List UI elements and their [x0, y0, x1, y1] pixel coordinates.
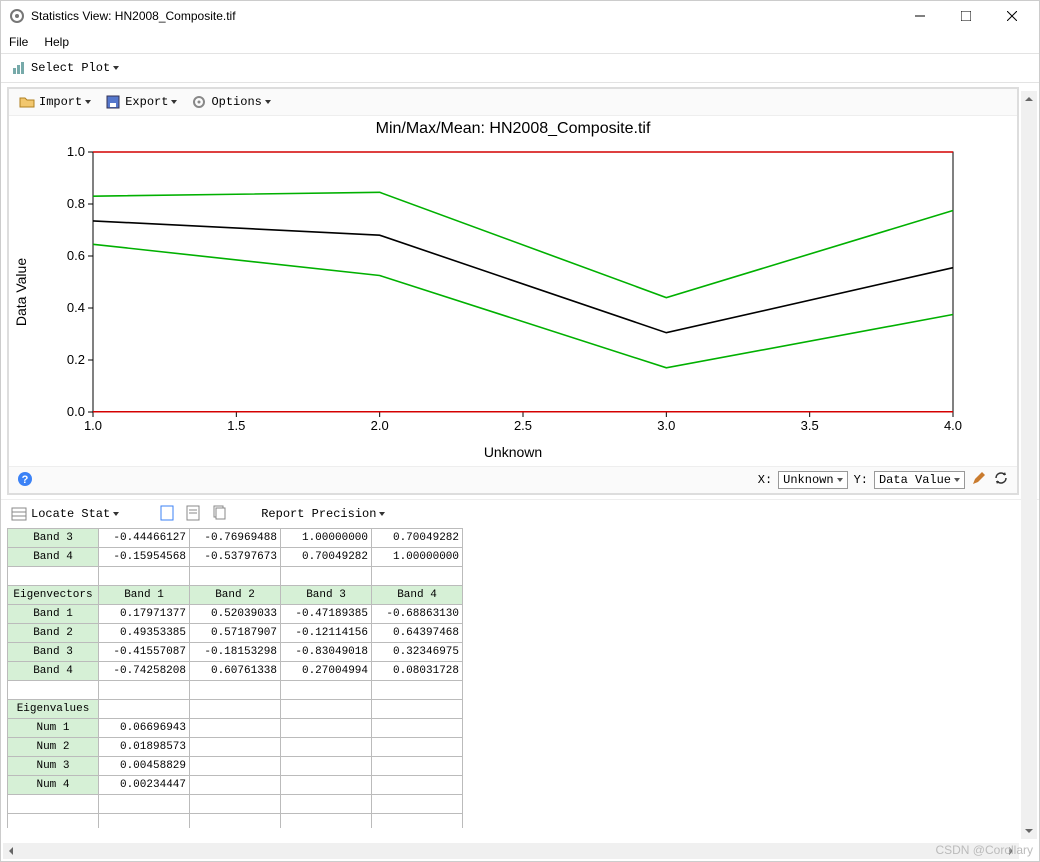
- select-plot-bar: Select Plot: [1, 54, 1039, 83]
- menubar: File Help: [1, 31, 1039, 54]
- window-titlebar: Statistics View: HN2008_Composite.tif: [1, 1, 1039, 31]
- app-icon: [9, 8, 25, 24]
- pencil-icon[interactable]: [971, 470, 987, 490]
- scroll-up-icon[interactable]: [1021, 91, 1037, 107]
- page-icon-2[interactable]: [185, 505, 201, 524]
- export-button[interactable]: Export: [101, 92, 181, 112]
- svg-text:0.6: 0.6: [67, 248, 85, 263]
- svg-text:?: ?: [22, 474, 29, 486]
- svg-text:0.4: 0.4: [67, 300, 85, 315]
- stats-table: Band 3-0.44466127-0.769694881.000000000.…: [7, 528, 463, 828]
- svg-text:1.0: 1.0: [67, 144, 85, 159]
- chart-icon: [11, 60, 27, 76]
- chevron-down-icon: [265, 100, 271, 104]
- chevron-down-icon: [171, 100, 177, 104]
- chevron-down-icon: [837, 478, 843, 482]
- chart-footer: ? X: Unknown Y: Data Value: [9, 466, 1017, 493]
- svg-text:1.0: 1.0: [84, 418, 102, 433]
- scroll-left-icon[interactable]: [3, 843, 19, 859]
- svg-text:3.0: 3.0: [657, 418, 675, 433]
- window-title: Statistics View: HN2008_Composite.tif: [31, 9, 897, 23]
- minimize-button[interactable]: [897, 1, 943, 31]
- scroll-down-icon[interactable]: [1021, 823, 1037, 839]
- x-axis-select[interactable]: Unknown: [778, 471, 847, 489]
- y-axis-label: Data Value: [9, 142, 33, 442]
- maximize-button[interactable]: [943, 1, 989, 31]
- chart-panel: Import Export Options Min/Max/Mean: HN20…: [7, 87, 1019, 495]
- svg-text:4.0: 4.0: [944, 418, 962, 433]
- stats-table-area[interactable]: Band 3-0.44466127-0.769694881.000000000.…: [7, 528, 1019, 828]
- report-precision-button[interactable]: Report Precision: [257, 505, 389, 523]
- gear-icon: [191, 94, 207, 110]
- svg-text:0.0: 0.0: [67, 404, 85, 419]
- close-button[interactable]: [989, 1, 1035, 31]
- chevron-down-icon: [954, 478, 960, 482]
- select-plot-button[interactable]: Select Plot: [7, 58, 123, 78]
- lower-toolbar: Locate Stat Report Precision: [1, 499, 1039, 528]
- chart-toolbar: Import Export Options: [9, 89, 1017, 116]
- locate-stat-button[interactable]: Locate Stat: [7, 504, 123, 524]
- menu-help[interactable]: Help: [44, 35, 69, 49]
- svg-text:2.0: 2.0: [371, 418, 389, 433]
- chevron-down-icon: [85, 100, 91, 104]
- chevron-down-icon: [379, 512, 385, 516]
- import-label: Import: [39, 95, 82, 109]
- chevron-down-icon: [113, 512, 119, 516]
- x-picker-label: X:: [758, 473, 772, 487]
- y-axis-select[interactable]: Data Value: [874, 471, 965, 489]
- chart-title: Min/Max/Mean: HN2008_Composite.tif: [9, 116, 1017, 142]
- menu-file[interactable]: File: [9, 35, 28, 49]
- page-icon-1[interactable]: [159, 505, 175, 524]
- svg-text:3.5: 3.5: [801, 418, 819, 433]
- table-icon: [11, 506, 27, 522]
- svg-text:0.2: 0.2: [67, 352, 85, 367]
- watermark: CSDN @Corollary: [935, 843, 1033, 857]
- svg-text:2.5: 2.5: [514, 418, 532, 433]
- select-plot-label: Select Plot: [31, 61, 110, 75]
- options-button[interactable]: Options: [187, 92, 274, 112]
- y-picker-label: Y:: [854, 473, 868, 487]
- save-icon: [105, 94, 121, 110]
- chevron-down-icon: [113, 66, 119, 70]
- refresh-icon[interactable]: [993, 470, 1009, 490]
- vertical-scrollbar[interactable]: [1021, 91, 1037, 839]
- help-icon[interactable]: ?: [17, 471, 33, 490]
- options-label: Options: [211, 95, 261, 109]
- horizontal-scrollbar[interactable]: [3, 843, 1019, 859]
- svg-text:0.8: 0.8: [67, 196, 85, 211]
- import-button[interactable]: Import: [15, 92, 95, 112]
- chart-plot[interactable]: 0.0 0.2 0.4 0.6 0.8 1.0 1.0 1.5 2.0 2.5 3.0 3.5 4.0: [33, 142, 973, 442]
- export-label: Export: [125, 95, 168, 109]
- svg-text:1.5: 1.5: [227, 418, 245, 433]
- x-axis-label: Unknown: [9, 442, 1017, 466]
- copy-icon[interactable]: [211, 505, 227, 524]
- folder-icon: [19, 94, 35, 110]
